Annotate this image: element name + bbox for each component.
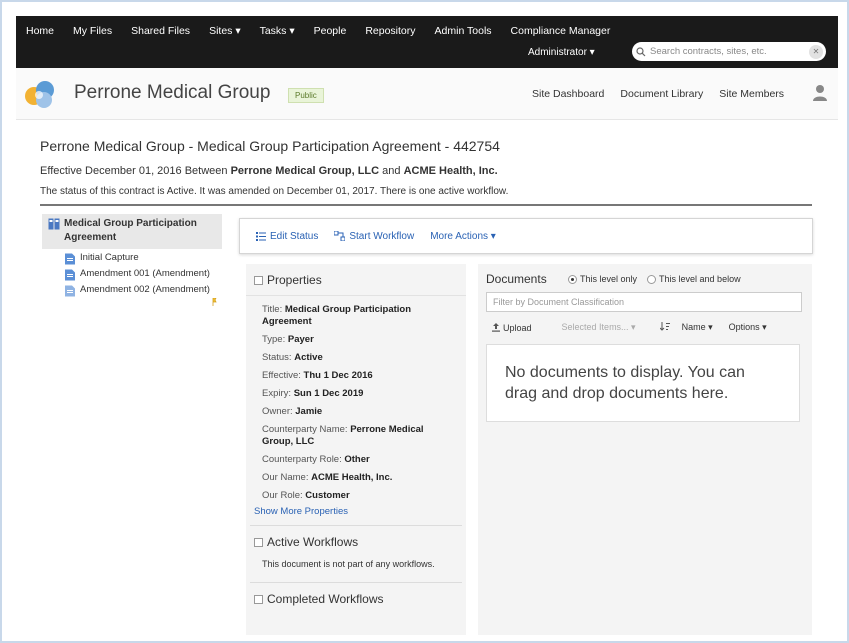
show-more-properties-link[interactable]: Show More Properties: [246, 506, 466, 517]
tree-item-initial-capture[interactable]: Initial Capture: [42, 252, 222, 265]
app-frame: Home My Files Shared Files Sites ▾ Tasks…: [0, 0, 849, 643]
nav-shared-files[interactable]: Shared Files: [131, 25, 190, 37]
tree-root-item[interactable]: Medical Group Participation Agreement: [42, 214, 222, 249]
property-counterparty-name: Counterparty Name: Perrone Medical Group…: [262, 424, 424, 447]
tree-root-label: Medical Group Participation Agreement: [64, 218, 197, 243]
document-classification-filter[interactable]: Filter by Document Classification: [486, 292, 802, 312]
tree-item-amendment-001[interactable]: Amendment 001 (Amendment): [42, 268, 222, 281]
top-menu: Home My Files Shared Files Sites ▾ Tasks…: [26, 25, 629, 37]
effective-and: and: [379, 165, 404, 177]
document-icon: [65, 285, 75, 297]
documents-heading: Documents: [486, 272, 547, 286]
start-workflow-label: Start Workflow: [349, 230, 415, 242]
top-nav-bar: Home My Files Shared Files Sites ▾ Tasks…: [16, 16, 838, 68]
clear-search-icon[interactable]: ✕: [809, 44, 823, 59]
active-workflows-header[interactable]: Active Workflows: [246, 526, 466, 555]
tree-item-label: Amendment 002 (Amendment): [80, 284, 210, 295]
properties-header[interactable]: Properties: [246, 264, 466, 296]
completed-workflows-header[interactable]: Completed Workflows: [246, 583, 466, 612]
edit-status-button[interactable]: Edit Status: [256, 231, 318, 242]
party-1: Perrone Medical Group, LLC: [230, 165, 380, 177]
contract-effective-line: Effective December 01, 2016 Between Perr…: [40, 165, 498, 177]
property-our-role: Our Role: Customer: [262, 490, 350, 501]
site-logo-icon: [25, 81, 54, 108]
nav-sites[interactable]: Sites ▾: [209, 25, 241, 37]
property-owner: Owner: Jamie: [262, 406, 323, 417]
property-title: Title: Medical Group Participation Agree…: [262, 304, 412, 327]
this-level-and-below-radio[interactable]: This level and below: [647, 274, 741, 284]
sort-direction-icon[interactable]: [659, 322, 670, 333]
search-input[interactable]: Search contracts, sites, etc.: [650, 46, 809, 57]
workflow-icon: [334, 231, 346, 241]
person-icon[interactable]: [812, 84, 828, 102]
contract-title: Perrone Medical Group - Medical Group Pa…: [40, 138, 500, 154]
property-effective: Effective: Thu 1 Dec 2016: [262, 370, 373, 381]
completed-workflows-heading: Completed Workflows: [267, 592, 384, 606]
user-menu[interactable]: Administrator ▾: [528, 47, 595, 58]
property-counterparty-role: Counterparty Role: Other: [262, 454, 370, 465]
this-level-only-radio[interactable]: This level only: [568, 274, 637, 284]
nav-my-files[interactable]: My Files: [73, 25, 112, 37]
tree-item-label: Initial Capture: [80, 252, 139, 263]
site-dashboard-link[interactable]: Site Dashboard: [532, 88, 604, 100]
flag-icon: [212, 298, 217, 306]
document-icon: [65, 269, 75, 281]
properties-list: Title: Medical Group Participation Agree…: [246, 296, 466, 502]
tree-item-amendment-002[interactable]: Amendment 002 (Amendment): [42, 284, 222, 306]
options-dropdown[interactable]: Options ▾: [729, 322, 767, 333]
visibility-badge: Public: [288, 88, 324, 103]
search-box[interactable]: Search contracts, sites, etc. ✕: [632, 42, 826, 61]
collapse-icon: [254, 275, 263, 285]
selected-items-dropdown[interactable]: Selected Items... ▾: [562, 322, 636, 333]
contract-status-line: The status of this contract is Active. I…: [40, 186, 509, 197]
property-status: Status: Active: [262, 352, 323, 363]
radio-unselected-icon: [647, 274, 657, 284]
search-icon: [632, 42, 650, 61]
action-bar: Edit Status Start Workflow More Actions …: [239, 218, 813, 254]
site-nav: Site Dashboard Document Library Site Mem…: [532, 88, 800, 100]
radio-label: This level only: [580, 274, 638, 284]
nav-compliance-manager[interactable]: Compliance Manager: [511, 25, 611, 37]
radio-selected-icon: [568, 274, 577, 284]
properties-panel: Properties Title: Medical Group Particip…: [246, 264, 466, 635]
nav-repository[interactable]: Repository: [365, 25, 415, 37]
expand-icon: [254, 594, 263, 604]
start-workflow-button[interactable]: Start Workflow: [334, 231, 414, 242]
upload-button[interactable]: Upload: [492, 323, 532, 333]
active-workflows-text: This document is not part of any workflo…: [262, 559, 435, 569]
collapse-icon: [254, 537, 263, 547]
nav-tasks[interactable]: Tasks ▾: [260, 25, 295, 37]
header-divider: [40, 204, 812, 206]
edit-status-label: Edit Status: [270, 230, 319, 242]
upload-label: Upload: [503, 322, 532, 333]
agreement-icon: [48, 218, 60, 230]
documents-toolbar: Upload Selected Items... ▾ Name ▾ Option…: [492, 322, 802, 333]
property-expiry: Expiry: Sun 1 Dec 2019: [262, 388, 364, 399]
site-header: Perrone Medical Group Public Site Dashbo…: [16, 68, 838, 120]
upload-icon: [492, 323, 500, 332]
radio-label: This level and below: [659, 274, 741, 284]
documents-panel: Documents This level only This level and…: [478, 264, 812, 635]
nav-admin-tools[interactable]: Admin Tools: [435, 25, 492, 37]
document-icon: [65, 253, 75, 265]
active-workflows-heading: Active Workflows: [267, 535, 359, 549]
nav-people[interactable]: People: [314, 25, 347, 37]
name-sort-dropdown[interactable]: Name ▾: [682, 322, 713, 333]
site-title: Perrone Medical Group: [74, 82, 271, 103]
tree-item-label: Amendment 001 (Amendment): [80, 268, 210, 279]
level-radio-group: This level only This level and below: [568, 274, 741, 284]
site-members-link[interactable]: Site Members: [719, 88, 784, 100]
property-type: Type: Payer: [262, 334, 314, 345]
document-library-link[interactable]: Document Library: [620, 88, 703, 100]
effective-prefix: Effective December 01, 2016 Between: [40, 165, 231, 177]
contract-tree: Medical Group Participation Agreement In…: [42, 214, 222, 306]
property-our-name: Our Name: ACME Health, Inc.: [262, 472, 393, 483]
properties-heading: Properties: [267, 273, 322, 287]
list-icon: [256, 231, 266, 241]
nav-home[interactable]: Home: [26, 25, 54, 37]
more-actions-dropdown[interactable]: More Actions ▾: [430, 231, 496, 242]
empty-documents-dropzone[interactable]: No documents to display. You can drag an…: [486, 344, 800, 422]
party-2: ACME Health, Inc.: [403, 165, 498, 177]
